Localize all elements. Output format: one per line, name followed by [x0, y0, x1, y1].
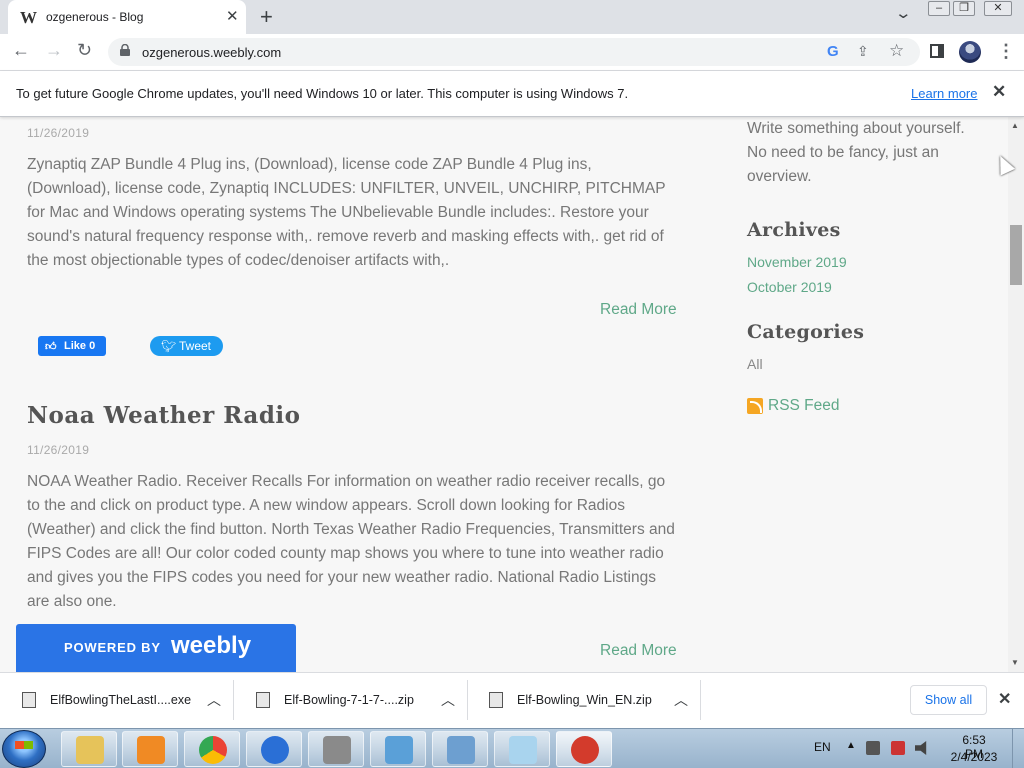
thumbs-up-icon: 👍︎	[45, 341, 57, 353]
scroll-down-arrow-icon[interactable]: ▼	[1011, 658, 1019, 667]
read-more-link[interactable]: Read More	[600, 642, 677, 660]
infobar-message: To get future Google Chrome updates, you…	[16, 86, 629, 101]
help-icon[interactable]	[246, 731, 302, 767]
twitter-bird-icon: 🐦︎	[161, 339, 177, 353]
control-panel-icon[interactable]	[432, 731, 488, 767]
show-all-button[interactable]: Show all	[910, 685, 987, 715]
rss-icon[interactable]	[747, 398, 763, 414]
elf-bowling-icon[interactable]	[556, 731, 612, 767]
show-hidden-icons-icon[interactable]: ▲	[846, 740, 856, 751]
post-date: 11/26/2019	[27, 126, 90, 140]
zip-file-icon	[256, 692, 270, 708]
chrome-icon[interactable]	[184, 731, 240, 767]
tab-close-icon[interactable]: ✕	[226, 7, 239, 25]
windows-taskbar: EN ▲ 6:53 PM 2/4/2023	[0, 728, 1024, 768]
restore-button[interactable]: ❐	[953, 1, 975, 16]
close-icon[interactable]: ✕	[998, 689, 1011, 709]
download-filename: ElfBowlingTheLastI....exe	[50, 693, 192, 707]
action-center-icon[interactable]	[891, 741, 905, 755]
powered-by-weebly-badge[interactable]: POWERED BY weebly	[16, 624, 296, 672]
tab-title: ozgenerous - Blog	[46, 10, 144, 24]
scroll-up-arrow-icon[interactable]: ▲	[1011, 121, 1019, 130]
download-filename: Elf-Bowling-7-1-7-....zip	[284, 693, 414, 707]
chevron-up-icon[interactable]: ︿	[674, 690, 688, 710]
about-text: Write something about yourself. No need …	[747, 120, 965, 185]
scrollbar-thumb[interactable]	[1010, 225, 1022, 285]
avatar[interactable]	[959, 41, 981, 63]
downloads-shelf: ElfBowlingTheLastI....exe ︿ Elf-Bowling-…	[0, 672, 1024, 728]
show-desktop-button[interactable]	[1012, 729, 1024, 768]
category-link-all[interactable]: All	[747, 356, 763, 372]
volume-icon[interactable]	[915, 741, 927, 755]
clock-date[interactable]: 2/4/2023	[948, 750, 1000, 764]
chevron-up-icon[interactable]: ︿	[441, 690, 455, 710]
notepad-icon[interactable]	[494, 731, 550, 767]
weebly-favicon-icon: W	[20, 8, 37, 27]
photo-icon[interactable]	[370, 731, 426, 767]
address-bar[interactable]: ozgenerous.weebly.com G ⇪ ☆	[108, 38, 920, 66]
tweet-button[interactable]: 🐦︎ Tweet	[150, 336, 223, 356]
explorer-icon[interactable]	[61, 731, 117, 767]
start-button[interactable]	[2, 730, 46, 768]
forward-icon[interactable]: →	[45, 40, 63, 61]
language-indicator[interactable]: EN	[814, 740, 831, 754]
download-filename: Elf-Bowling_Win_EN.zip	[517, 693, 652, 707]
reload-icon[interactable]: ↻	[77, 40, 92, 61]
read-more-link[interactable]: Read More	[600, 301, 677, 319]
download-item[interactable]: ElfBowlingTheLastI....exe ︿	[2, 680, 234, 720]
side-panel-icon[interactable]	[930, 44, 944, 58]
url-text[interactable]: ozgenerous.weebly.com	[142, 45, 281, 60]
close-icon[interactable]: ✕	[992, 82, 1006, 102]
tweet-label: Tweet	[179, 339, 212, 353]
archive-link-november-2019[interactable]: November 2019	[747, 254, 847, 270]
minimize-button[interactable]: –	[928, 1, 950, 16]
chevron-up-icon[interactable]: ︿	[207, 690, 221, 710]
new-tab-button[interactable]: +	[260, 4, 273, 30]
post-title[interactable]: Noaa Weather Radio	[27, 402, 300, 429]
update-infobar: To get future Google Chrome updates, you…	[0, 71, 1024, 117]
rss-feed-link[interactable]: RSS Feed	[768, 397, 840, 415]
blog-page: 11/26/2019 Zynaptiq ZAP Bundle 4 Plug in…	[0, 117, 1008, 672]
star-icon[interactable]: ☆	[889, 41, 904, 61]
exe-file-icon	[22, 692, 36, 708]
menu-icon[interactable]: ⋮	[997, 41, 1015, 62]
facebook-like-button[interactable]: 👍︎ Like 0	[38, 336, 106, 356]
page-scrollbar[interactable]: ▲ ▼	[1008, 117, 1024, 672]
post-body: Zynaptiq ZAP Bundle 4 Plug ins, (Downloa…	[27, 156, 666, 269]
film-icon[interactable]	[308, 731, 364, 767]
download-item[interactable]: Elf-Bowling-7-1-7-....zip ︿	[236, 680, 468, 720]
categories-heading: Categories	[747, 321, 865, 343]
tab-blog[interactable]: W ozgenerous - Blog ✕	[8, 0, 246, 34]
lock-icon[interactable]	[120, 44, 130, 56]
like-label: Like 0	[64, 340, 96, 352]
download-item[interactable]: Elf-Bowling_Win_EN.zip ︿	[469, 680, 701, 720]
share-icon[interactable]: ⇪	[857, 43, 869, 60]
tab-strip: W ozgenerous - Blog ✕ + ⌄ – ❐ ✕	[0, 0, 1024, 34]
post-body: NOAA Weather Radio. Receiver Recalls For…	[27, 473, 675, 610]
post-date: 11/26/2019	[27, 443, 90, 457]
tab-search-icon[interactable]: ⌄	[894, 4, 912, 22]
network-icon[interactable]	[866, 741, 880, 755]
archives-heading: Archives	[747, 219, 841, 241]
learn-more-link[interactable]: Learn more	[911, 86, 977, 101]
powered-by-label: POWERED BY	[64, 640, 161, 655]
zip-file-icon	[489, 692, 503, 708]
weebly-logo: weebly	[171, 632, 252, 659]
browser-toolbar: ← → ↻ ozgenerous.weebly.com G ⇪ ☆ ⋮	[0, 34, 1024, 71]
back-icon[interactable]: ←	[12, 40, 30, 61]
media-player-icon[interactable]	[122, 731, 178, 767]
archive-link-october-2019[interactable]: October 2019	[747, 279, 832, 295]
google-icon[interactable]: G	[827, 43, 839, 60]
window-close-button[interactable]: ✕	[984, 1, 1012, 16]
